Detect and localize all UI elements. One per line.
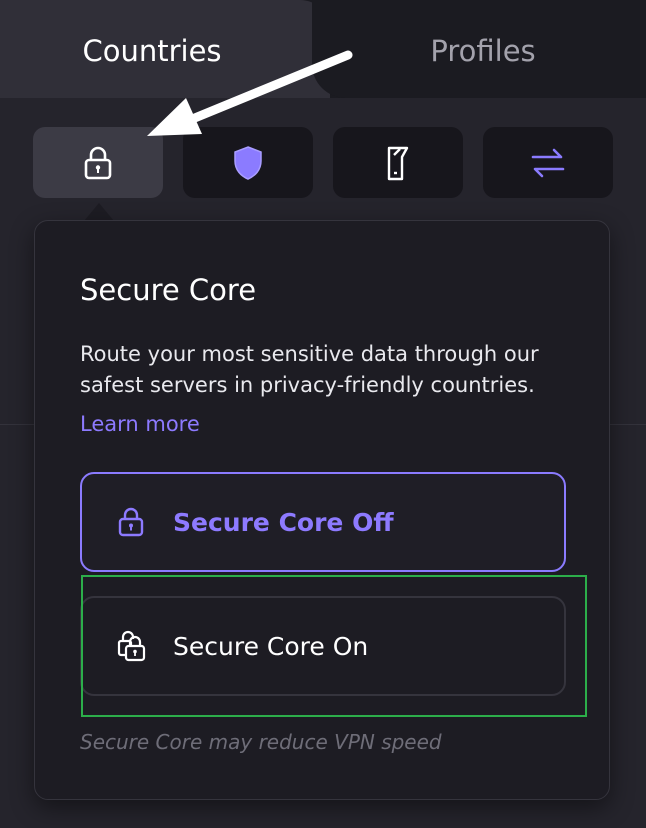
secure-core-off-label: Secure Core Off: [173, 507, 394, 537]
secure-core-on-label: Secure Core On: [173, 631, 369, 661]
secure-core-on-option[interactable]: Secure Core On: [80, 596, 566, 696]
p2p-icon: [387, 146, 409, 180]
double-lock-icon: [116, 629, 150, 663]
p2p-button[interactable]: [333, 127, 463, 198]
tab-countries[interactable]: Countries: [0, 0, 330, 98]
secure-core-popover: Secure Core Route your most sensitive da…: [34, 220, 610, 800]
swap-arrows-icon: [531, 148, 565, 177]
netshield-button[interactable]: [183, 127, 313, 198]
popover-title: Secure Core: [80, 273, 257, 307]
popover-caret: [84, 203, 114, 221]
lock-icon: [116, 506, 146, 538]
tab-profiles-label: Profiles: [430, 34, 536, 68]
secure-core-off-option[interactable]: Secure Core Off: [80, 472, 566, 572]
lock-icon: [84, 146, 112, 179]
split-tunneling-button[interactable]: [483, 127, 613, 198]
popover-description: Route your most sensitive data through o…: [80, 342, 539, 397]
tab-profiles[interactable]: Profiles: [312, 0, 646, 98]
shield-icon: [234, 145, 262, 180]
secure-core-button[interactable]: [33, 127, 163, 198]
learn-more-link[interactable]: Learn more: [80, 412, 200, 436]
speed-note: Secure Core may reduce VPN speed: [80, 730, 442, 754]
tab-countries-label: Countries: [82, 34, 222, 68]
